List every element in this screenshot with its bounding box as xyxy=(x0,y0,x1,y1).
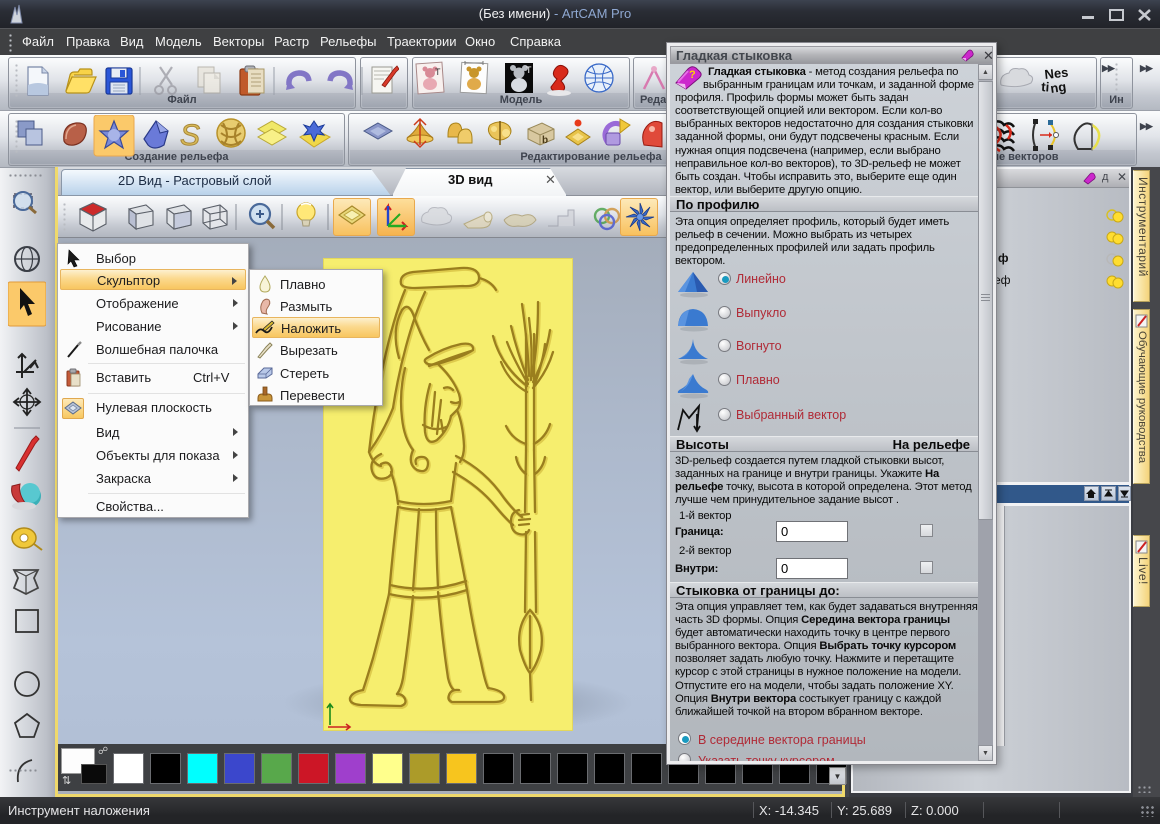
svg-text:S: S xyxy=(180,119,200,152)
svg-text:ng: ng xyxy=(1049,79,1067,96)
svg-text:T: T xyxy=(435,67,441,77)
svg-text:b: b xyxy=(542,135,548,146)
svg-text:T: T xyxy=(526,65,532,75)
